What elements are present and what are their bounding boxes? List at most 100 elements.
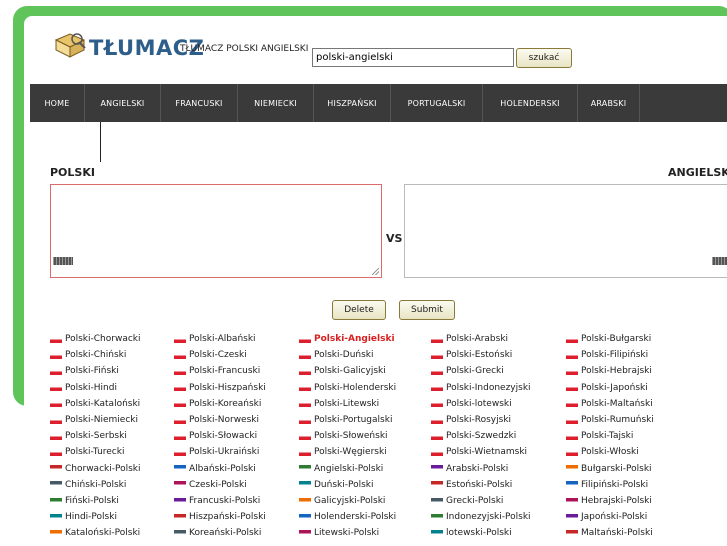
language-pair-link[interactable]: Polski-Bułgarski (566, 334, 651, 344)
link-label: Arabski-Polski (446, 463, 509, 474)
flag-icon (174, 367, 186, 375)
language-pair-link[interactable]: Duński-Polski (299, 480, 374, 490)
link-label: Polski-Niemiecki (65, 415, 138, 425)
language-pair-link[interactable]: Polski-Słoweński (299, 431, 388, 441)
language-pair-link[interactable]: Polski-Węgierski (299, 447, 387, 457)
language-pair-link[interactable]: Litewski-Polski (299, 528, 379, 538)
language-pair-link[interactable]: Polski-Kataloński (50, 399, 140, 409)
language-pair-link[interactable]: Polski-Czeski (174, 350, 247, 360)
link-label: Francuski-Polski (189, 496, 261, 506)
language-pair-link[interactable]: Polski-Hebrajski (566, 366, 652, 376)
language-pair-link[interactable]: Chorwacki-Polski (50, 464, 141, 474)
language-pair-link[interactable]: Polski-Tajski (566, 431, 633, 441)
language-pair-link[interactable]: Polski-Indonezyjski (431, 383, 531, 393)
nav-item-arabski[interactable]: ARABSKI (578, 84, 640, 122)
target-text-area[interactable] (404, 184, 727, 278)
language-pair-link[interactable]: Polski-Słowacki (174, 431, 257, 441)
flag-icon (566, 351, 578, 359)
language-pair-link[interactable]: Polski-Turecki (50, 447, 124, 457)
language-pair-link[interactable]: Polski-Arabski (431, 334, 508, 344)
language-pair-link[interactable]: Albański-Polski (174, 464, 256, 474)
language-pair-link[interactable]: Indonezyjski-Polski (431, 512, 531, 522)
source-text-area[interactable] (50, 184, 382, 278)
language-pair-link[interactable]: lotewski-Polski (431, 528, 512, 538)
flag-icon (299, 400, 311, 408)
language-pair-link[interactable]: Polski-Maltański (566, 399, 653, 409)
language-pair-link[interactable]: Polski-lotewski (431, 399, 512, 409)
language-pair-link[interactable]: Polski-Holenderski (299, 383, 396, 393)
language-pair-link[interactable]: Galicyjski-Polski (299, 496, 385, 506)
language-pair-link[interactable]: Bułgarski-Polski (566, 464, 652, 474)
language-pair-link[interactable]: Hindi-Polski (50, 512, 117, 522)
language-pair-link[interactable]: Hiszpański-Polski (174, 512, 266, 522)
keyboard-icon[interactable] (53, 257, 73, 265)
language-pair-link[interactable]: Polski-Włoski (566, 447, 639, 457)
nav-active-pointer (100, 122, 101, 162)
link-label: Polski-Arabski (446, 334, 509, 344)
language-pair-link[interactable]: Polski-Fiński (50, 366, 119, 376)
flag-icon (299, 351, 311, 359)
flag-icon (174, 400, 186, 408)
language-pair-link[interactable]: Japoński-Polski (566, 512, 647, 522)
link-label: Albański-Polski (189, 463, 256, 474)
delete-button[interactable]: Delete (332, 300, 386, 320)
language-pair-link[interactable]: Chiński-Polski (50, 480, 126, 490)
flag-icon (566, 497, 578, 505)
language-pair-link[interactable]: Hebrajski-Polski (566, 496, 652, 506)
language-pair-link[interactable]: Grecki-Polski (431, 496, 503, 506)
nav-item-holenderski[interactable]: HOLENDERSKI (483, 84, 578, 122)
language-pair-link[interactable]: Fiński-Polski (50, 496, 119, 506)
language-pair-link[interactable]: Polski-Szwedzki (431, 431, 516, 441)
keyboard-icon[interactable] (712, 257, 727, 265)
language-pair-link[interactable]: Polski-Galicyjski (299, 366, 386, 376)
link-label: Polski-Chiński (65, 350, 127, 361)
search-input[interactable] (312, 48, 514, 67)
language-pair-link[interactable]: Polski-Portugalski (299, 415, 392, 425)
link-label: Polski-Galicyjski (314, 366, 386, 377)
submit-button[interactable]: Submit (399, 300, 455, 320)
language-pair-link[interactable]: Holenderski-Polski (299, 512, 396, 522)
language-pair-link[interactable]: Polski-Grecki (431, 366, 504, 376)
language-pair-link[interactable]: Kataloński-Polski (50, 528, 140, 538)
nav-item-angielski[interactable]: ANGIELSKI (85, 84, 161, 122)
language-pair-link[interactable]: Polski-Wietnamski (431, 447, 527, 457)
language-pair-link[interactable]: Polski-Hiszpański (174, 383, 266, 393)
nav-item-home[interactable]: HOME (30, 84, 85, 122)
flag-icon (50, 513, 62, 521)
nav-item-portugalski[interactable]: PORTUGALSKI (391, 84, 483, 122)
language-pair-link[interactable]: Maltański-Polski (566, 528, 653, 538)
search-button[interactable]: szukać (516, 48, 572, 68)
language-pair-link[interactable]: Polski-Albański (174, 334, 256, 344)
nav-item-hiszpanski[interactable]: HISZPAŃSKI (314, 84, 391, 122)
link-label: Polski-Japoński (581, 382, 648, 393)
nav-item-niemiecki[interactable]: NIEMIECKI (238, 84, 314, 122)
language-pair-link[interactable]: Filipiński-Polski (566, 480, 648, 490)
language-pair-link[interactable]: Polski-Estoński (431, 350, 512, 360)
language-pair-link[interactable]: Czeski-Polski (174, 480, 247, 490)
language-pair-link[interactable]: Angielski-Polski (299, 464, 383, 474)
language-pair-link[interactable]: Polski-Hindi (50, 383, 117, 393)
nav-item-francuski[interactable]: FRANCUSKI (161, 84, 238, 122)
language-pair-link[interactable]: Estoński-Polski (431, 480, 512, 490)
language-pair-link[interactable]: Polski-Rosyjski (431, 415, 511, 425)
language-pair-link[interactable]: Polski-Francuski (174, 366, 260, 376)
language-pair-link[interactable]: Polski-Rumuński (566, 415, 654, 425)
language-pair-link[interactable]: Polski-Litewski (299, 399, 379, 409)
language-pair-link[interactable]: Polski-Chorwacki (50, 334, 141, 344)
language-pair-link[interactable]: Polski-Niemiecki (50, 415, 138, 425)
language-pair-link[interactable]: Polski-Ukraiński (174, 447, 259, 457)
flag-icon (566, 529, 578, 537)
language-pair-link[interactable]: Polski-Serbski (50, 431, 127, 441)
language-pair-link[interactable]: Polski-Japoński (566, 383, 648, 393)
language-pair-link[interactable]: Polski-Angielski (299, 334, 395, 344)
resize-handle-icon[interactable] (372, 268, 379, 275)
language-pair-link[interactable]: Polski-Filipiński (566, 350, 648, 360)
language-pair-link[interactable]: Polski-Duński (299, 350, 374, 360)
link-label: Bułgarski-Polski (581, 463, 652, 474)
language-pair-link[interactable]: Francuski-Polski (174, 496, 260, 506)
language-pair-link[interactable]: Koreański-Polski (174, 528, 261, 538)
language-pair-link[interactable]: Arabski-Polski (431, 464, 508, 474)
language-pair-link[interactable]: Polski-Chiński (50, 350, 126, 360)
language-pair-link[interactable]: Polski-Norweski (174, 415, 259, 425)
language-pair-link[interactable]: Polski-Koreański (174, 399, 261, 409)
